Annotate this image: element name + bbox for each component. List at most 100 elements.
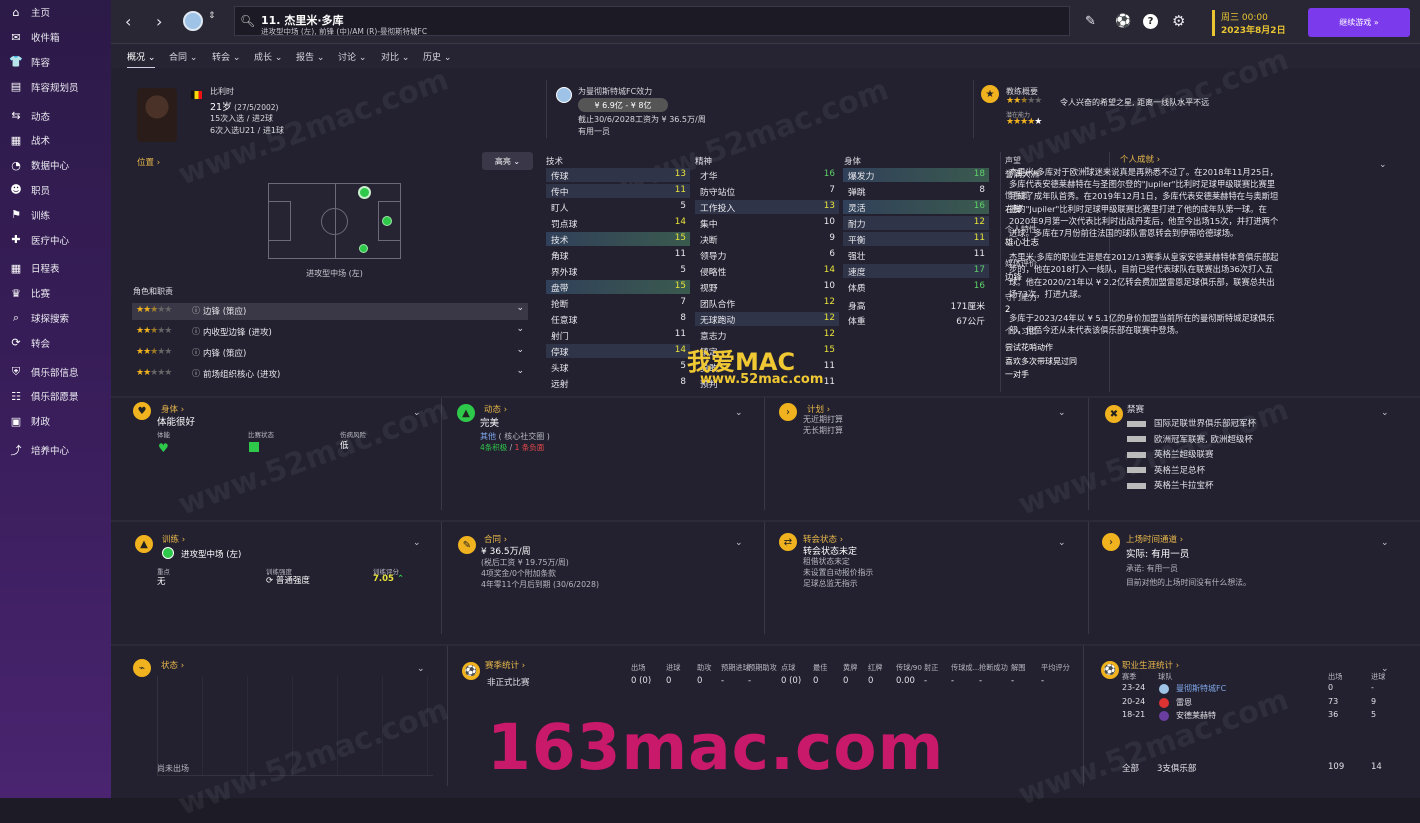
attribute-row[interactable]: 强壮 11 [843,248,989,262]
highlight-dropdown[interactable]: 高亮 ⌄ [482,152,533,170]
sidebar-item-transfers[interactable]: ⟳ 转会 [0,330,111,355]
season-stats-title[interactable]: 赛季统计 › [485,659,525,671]
attribute-row[interactable]: 体质 16 [843,280,989,294]
tab-3[interactable]: 成长 ⌄ [254,50,282,63]
career-stats-title[interactable]: 职业生涯统计 › [1122,659,1179,671]
sidebar-item-finances[interactable]: ▣ 财政 [0,409,111,434]
attribute-row[interactable]: 射门 11 [546,328,690,342]
info-icon[interactable]: ⓘ [192,326,200,337]
attribute-row[interactable]: 速度 17 [843,264,989,278]
edit-icon[interactable]: ✎ [1085,14,1096,29]
attribute-row[interactable]: 界外球 5 [546,264,690,278]
tab-5[interactable]: 讨论 ⌄ [338,50,366,63]
sidebar-item-inbox[interactable]: ✉ 收件箱 [0,25,111,50]
attribute-row[interactable]: 耐力 12 [843,216,989,230]
tab-1[interactable]: 合同 ⌄ [169,50,197,63]
positive-count[interactable]: 4条积极 [480,443,507,452]
sidebar-item-tactics[interactable]: ▦ 战术 [0,128,111,153]
sidebar-item-squad[interactable]: 👕 阵容 [0,50,111,75]
continue-button[interactable]: 继续游戏 » [1308,8,1410,37]
attribute-row[interactable]: 盘带 15 [546,280,690,294]
attribute-row[interactable]: 弹跳 8 [843,184,989,198]
attribute-row[interactable]: 爆发力 18 [843,168,989,182]
gear-icon[interactable]: ⚙ [1172,12,1185,30]
attribute-row[interactable]: 视野 10 [695,280,839,294]
tab-2[interactable]: 转会 ⌄ [212,50,240,63]
tab-0[interactable]: 概况 ⌄ [127,50,156,69]
sidebar-item-competitions[interactable]: ♛ 比赛 [0,281,111,306]
sidebar-item-development[interactable]: ⤴ 培养中心 [0,438,111,463]
sidebar-item-schedule[interactable]: ▦ 日程表 [0,256,111,281]
bio-title[interactable]: 个人成就 › [1120,153,1160,165]
playtime-title[interactable]: 上场时间通道 › [1126,533,1183,545]
attribute-row[interactable]: 罚点球 14 [546,216,690,230]
role-row[interactable]: ★★★★★ ⓘ 边锋 (策应) ⌄ [132,303,528,320]
back-button[interactable]: ‹ [125,12,131,31]
attribute-row[interactable]: 决断 9 [695,232,839,246]
club-crest-icon[interactable] [183,11,203,31]
attribute-row[interactable]: 灵活 16 [843,200,989,214]
sidebar-item-medical[interactable]: ✚ 医疗中心 [0,227,111,252]
attribute-row[interactable]: 无球跑动 12 [695,312,839,326]
attribute-row[interactable]: 远射 8 [546,376,690,390]
club-crest-icon[interactable] [556,87,572,103]
chevron-down-icon[interactable]: ⌄ [516,324,524,334]
career-team[interactable]: 雷恩 [1176,697,1192,708]
club-line[interactable]: 为曼彻斯特城FC效力 [578,86,652,97]
help-icon[interactable]: ? [1143,14,1158,29]
attribute-row[interactable]: 团队合作 12 [695,296,839,310]
attribute-row[interactable]: 头球 5 [546,360,690,374]
attribute-row[interactable]: 盯人 5 [546,200,690,214]
attribute-row[interactable]: 技术 15 [546,232,690,246]
forward-button[interactable]: › [156,12,162,31]
attribute-row[interactable]: 角球 11 [546,248,690,262]
career-team[interactable]: 曼彻斯特城FC [1176,683,1226,694]
role-row[interactable]: ★★★★★ ⓘ 内收型边锋 (进攻) ⌄ [132,324,528,341]
dynamics-title[interactable]: 动态 › [484,403,507,415]
info-icon[interactable]: ⓘ [192,305,200,316]
sidebar-item-scouting[interactable]: ⌕ 球探搜索 [0,306,111,331]
attribute-row[interactable]: 才华 16 [695,168,839,182]
tab-4[interactable]: 报告 ⌄ [296,50,324,63]
info-icon[interactable]: ⓘ [192,368,200,379]
training-title[interactable]: 训练 › [162,533,185,545]
nationality[interactable]: 比利时 [210,86,234,97]
search-box[interactable]: 🔍︎ 11. 杰里米·多库 进攻型中场 (左), 前锋 (中)/AM (R)-曼… [234,6,1070,36]
attribute-row[interactable]: 意志力 12 [695,328,839,342]
sidebar-item-training[interactable]: ⚑ 训练 [0,202,111,227]
sidebar-item-staff[interactable]: ☻ 职员 [0,178,111,203]
chevron-down-icon[interactable]: ⌄ [516,303,524,313]
attribute-row[interactable]: 领导力 6 [695,248,839,262]
attribute-row[interactable]: 防守站位 7 [695,184,839,198]
tab-7[interactable]: 历史 ⌄ [423,50,451,63]
social-group-link[interactable]: 其他 [480,432,496,441]
attribute-row[interactable]: 平衡 11 [843,232,989,246]
attribute-row[interactable]: 抢断 7 [546,296,690,310]
sidebar-item-home[interactable]: ⌂ 主页 [0,0,111,25]
position-title[interactable]: 位置 › [137,156,160,168]
role-row[interactable]: ★★★★★ ⓘ 内锋 (策应) ⌄ [132,345,528,362]
tab-6[interactable]: 对比 ⌄ [381,50,409,63]
sidebar-item-squad-planner[interactable]: ▤ 阵容规划员 [0,74,111,99]
chevron-down-icon[interactable]: ⌄ [516,366,524,376]
sidebar-item-dynamics[interactable]: ⇆ 动态 [0,103,111,128]
player-avatar [137,88,177,142]
attribute-row[interactable]: 工作投入 13 [695,200,839,214]
attribute-row[interactable]: 传球 13 [546,168,690,182]
attribute-row[interactable]: 传中 11 [546,184,690,198]
form-title[interactable]: 状态 › [161,659,184,671]
attribute-row[interactable]: 集中 10 [695,216,839,230]
attribute-row[interactable]: 停球 14 [546,344,690,358]
negative-count[interactable]: 1 条负面 [515,443,545,452]
attribute-row[interactable]: 侵略性 14 [695,264,839,278]
sidebar-item-data-hub[interactable]: ◔ 数据中心 [0,153,111,178]
career-team[interactable]: 安德莱赫特 [1176,710,1216,721]
attribute-row[interactable]: 任意球 8 [546,312,690,326]
role-row[interactable]: ★★★★★ ⓘ 前场组织核心 (进攻) ⌄ [132,366,528,383]
chevron-updown-icon[interactable]: ⇕ [208,11,216,21]
info-icon[interactable]: ⓘ [192,347,200,358]
sidebar-item-club-info[interactable]: ⛨ 俱乐部信息 [0,359,111,384]
chevron-down-icon[interactable]: ⌄ [516,345,524,355]
ball-icon[interactable]: ⚽ [1115,14,1131,29]
sidebar-item-club-vision[interactable]: ☷ 俱乐部愿景 [0,384,111,409]
